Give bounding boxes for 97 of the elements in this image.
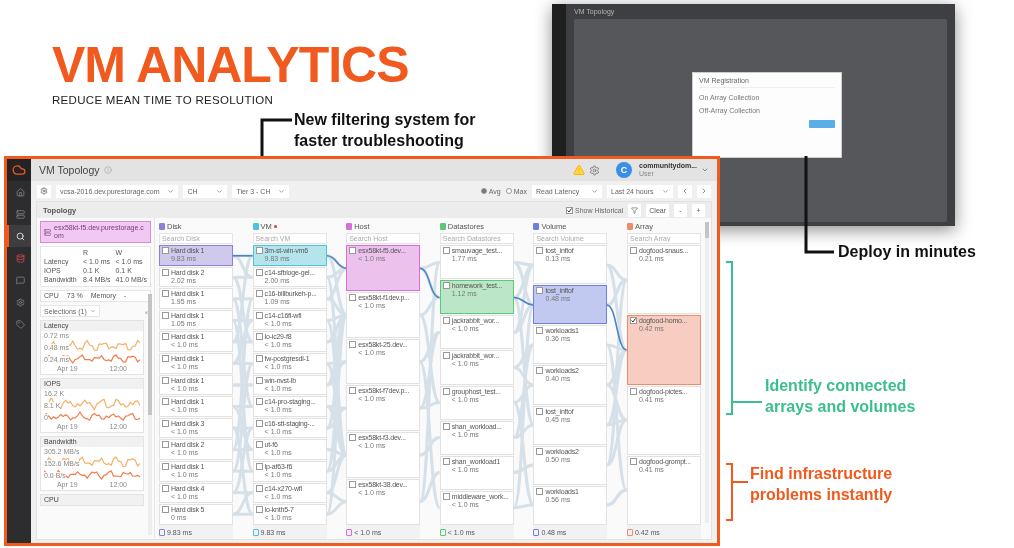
checkbox[interactable]	[255, 290, 263, 298]
checkbox[interactable]	[442, 422, 450, 430]
checkbox[interactable]	[629, 247, 637, 254]
checkbox[interactable]	[349, 247, 357, 254]
checkbox[interactable]	[536, 247, 544, 254]
column-icon	[252, 528, 259, 536]
settings-icon	[15, 297, 25, 307]
checkbox[interactable]	[536, 487, 544, 495]
caret-icon	[216, 187, 224, 195]
subtitle: REDUCE MEAN TIME TO RESOLUTION	[52, 94, 275, 106]
settings-icon[interactable]	[589, 164, 601, 176]
checkbox[interactable]	[442, 457, 450, 465]
settings-button[interactable]	[37, 184, 51, 198]
checkbox[interactable]	[629, 387, 637, 395]
search-icon	[15, 231, 25, 241]
checkbox[interactable]	[255, 333, 263, 341]
checkbox[interactable]	[162, 376, 169, 384]
column-icon	[159, 528, 165, 536]
checkbox[interactable]	[255, 441, 263, 449]
chevron-left-icon	[681, 187, 689, 195]
checkbox[interactable]	[349, 434, 357, 442]
caret-icon	[278, 187, 286, 195]
callout-text: Identify connected arrays and volumes	[765, 376, 916, 417]
cloud-logo-icon	[12, 163, 26, 177]
checkbox[interactable]	[255, 268, 263, 276]
checkbox[interactable]	[162, 441, 169, 449]
checkbox[interactable]	[162, 268, 169, 276]
server-icon	[15, 209, 25, 219]
checkbox[interactable]	[255, 376, 263, 384]
checkbox[interactable]	[162, 247, 169, 254]
caret-icon	[591, 187, 598, 195]
database-icon	[15, 253, 25, 263]
checkbox[interactable]	[255, 355, 263, 363]
gear-icon	[40, 187, 48, 195]
checkbox[interactable]	[536, 407, 544, 415]
checkbox[interactable]	[536, 367, 544, 375]
checkbox[interactable]	[349, 481, 357, 489]
checkbox[interactable]	[349, 293, 357, 301]
checkbox[interactable]	[255, 506, 263, 514]
checkbox[interactable]	[536, 327, 544, 335]
bracket-line	[726, 462, 748, 522]
checkbox[interactable]	[162, 311, 169, 319]
next-button[interactable]	[697, 184, 711, 198]
checkbox[interactable]	[255, 484, 263, 492]
checkbox[interactable]	[162, 484, 169, 492]
checkbox[interactable]	[255, 247, 263, 254]
callout-text: New filtering system for faster troubleshooting	[294, 110, 476, 151]
server-icon	[44, 228, 51, 236]
checkmark-icon	[630, 318, 636, 324]
checkbox[interactable]	[629, 457, 637, 465]
filter-button[interactable]	[628, 203, 642, 217]
checkbox[interactable]	[255, 311, 263, 319]
checkbox[interactable]	[442, 352, 450, 360]
checkmark-icon	[567, 207, 572, 213]
checkbox[interactable]	[442, 282, 450, 290]
checkbox[interactable]	[629, 317, 637, 325]
expand-icon[interactable]	[145, 308, 151, 314]
checkbox[interactable]	[162, 355, 169, 363]
checkbox[interactable]	[349, 340, 357, 348]
checkbox[interactable]	[349, 387, 357, 395]
headline: VM ANALYTICS	[52, 40, 409, 90]
scrollbar[interactable]	[148, 294, 152, 535]
checkbox[interactable]	[162, 290, 169, 298]
sidebar-item[interactable]	[7, 225, 31, 247]
checkbox[interactable]	[162, 419, 169, 427]
checkbox[interactable]	[162, 506, 169, 514]
checkbox[interactable]	[536, 447, 544, 455]
checkbox[interactable]	[255, 419, 263, 427]
column-icon	[533, 528, 540, 536]
column-icon	[439, 528, 446, 536]
chevron-right-icon	[700, 187, 708, 195]
tag-icon	[15, 319, 25, 329]
page-title: VM Topology	[39, 164, 100, 176]
column-icon	[626, 528, 633, 536]
checkbox[interactable]	[255, 463, 263, 471]
caret-icon	[662, 187, 669, 195]
checkbox[interactable]	[442, 387, 450, 395]
caret-icon	[167, 187, 175, 195]
caret-icon[interactable]	[701, 166, 709, 174]
checkbox[interactable]	[255, 398, 263, 406]
previous-button[interactable]	[678, 184, 692, 198]
filter-icon	[631, 206, 639, 214]
home-icon	[15, 187, 25, 197]
caret-icon	[89, 308, 96, 314]
warning-icon[interactable]	[573, 164, 586, 176]
chat-icon	[15, 275, 25, 285]
checkbox[interactable]	[536, 287, 544, 295]
info-icon	[103, 166, 112, 174]
callout-text: Find infrastructure problems instantly	[750, 464, 893, 505]
checkbox[interactable]	[162, 333, 169, 341]
checkbox[interactable]	[162, 463, 169, 471]
checkbox[interactable]	[442, 247, 450, 254]
column-icon	[346, 528, 353, 536]
checkbox[interactable]	[442, 317, 450, 325]
checkbox[interactable]	[442, 492, 450, 500]
checkbox[interactable]	[162, 398, 169, 406]
callout-text: Deploy in minutes	[838, 242, 976, 262]
